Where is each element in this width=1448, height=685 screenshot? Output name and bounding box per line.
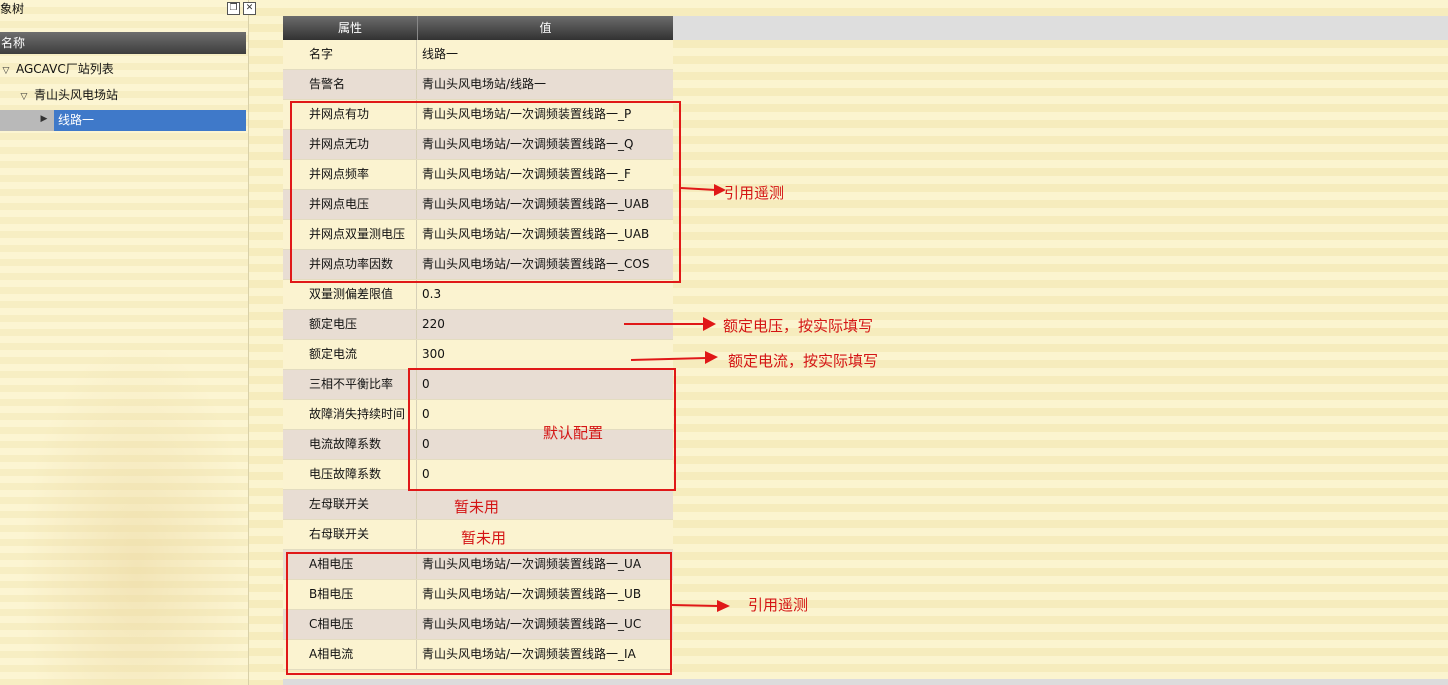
arrowhead-rated-voltage xyxy=(703,317,716,331)
arrowhead-rated-current xyxy=(705,351,718,364)
annotation-ref-telemetry-1: 引用遥测 xyxy=(724,184,785,202)
annotation-rated-current: 额定电流，按实际填写 xyxy=(728,352,879,370)
arrow-telemetry-2 xyxy=(671,604,719,607)
arrowhead-telemetry-2 xyxy=(717,600,730,612)
arrow-rated-current xyxy=(630,357,708,361)
annotation-unused-left-bus: 暂未用 xyxy=(454,498,500,516)
annotation-default-config: 默认配置 xyxy=(543,424,604,442)
arrow-telemetry-1 xyxy=(680,187,717,191)
annotation-ref-telemetry-2: 引用遥测 xyxy=(748,596,809,614)
annotation-unused-right-bus: 暂未用 xyxy=(461,529,507,547)
annotation-arrows xyxy=(624,184,730,612)
annotation-rated-voltage: 额定电压，按实际填写 xyxy=(723,317,874,335)
